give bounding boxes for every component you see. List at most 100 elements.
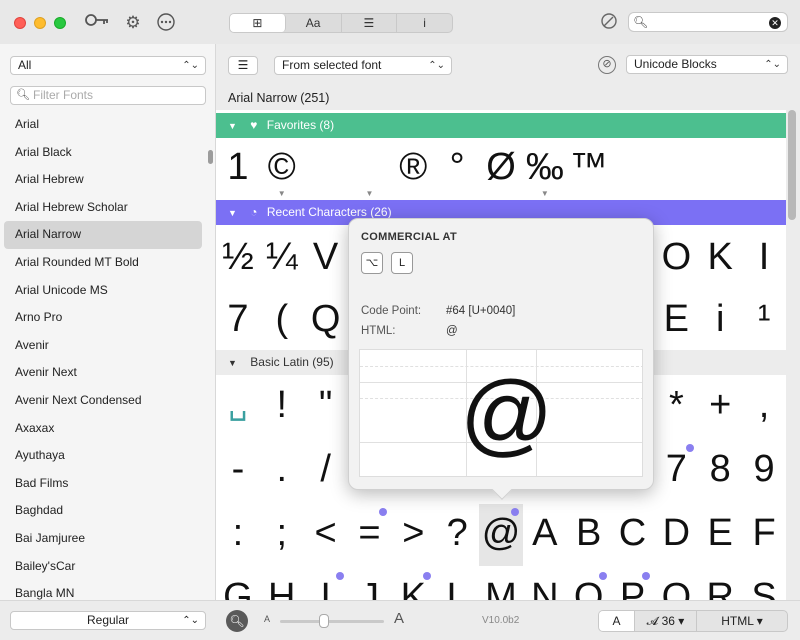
glyph-cell[interactable] bbox=[611, 138, 655, 200]
glyph-cell[interactable]: 7 bbox=[654, 440, 698, 502]
font-list-item[interactable]: Bai Jamjuree bbox=[0, 525, 206, 553]
glyph-cell[interactable]: R bbox=[698, 568, 742, 600]
font-list-item[interactable]: Arial Hebrew Scholar bbox=[0, 194, 206, 222]
glyph-cell[interactable]: ® bbox=[391, 138, 435, 200]
gear-icon[interactable]: ⚙ bbox=[122, 12, 144, 34]
glyph-cell[interactable]: ; bbox=[260, 504, 304, 566]
zoom-slider[interactable] bbox=[280, 614, 384, 628]
glyph-cell[interactable]: ° bbox=[435, 138, 479, 200]
glyph-cell[interactable] bbox=[654, 138, 698, 200]
font-preview-tab[interactable]: Aa bbox=[286, 14, 342, 32]
glyph-cell[interactable]: P bbox=[611, 568, 655, 600]
font-list-item[interactable]: Axaxax bbox=[0, 415, 206, 443]
glyph-cell[interactable]: O bbox=[567, 568, 611, 600]
zoom-slider-knob[interactable] bbox=[319, 614, 329, 628]
key-icon[interactable] bbox=[84, 12, 110, 34]
font-list-item[interactable]: Arial bbox=[0, 111, 206, 139]
glyph-cell[interactable]: ‰ ▼ bbox=[523, 138, 567, 200]
font-list-item[interactable]: Arial Black bbox=[0, 139, 206, 167]
glyph-cell[interactable]: 7 bbox=[216, 290, 260, 350]
glyph-cell[interactable]: B bbox=[567, 504, 611, 566]
list-toggle-button[interactable]: ☰ bbox=[228, 56, 258, 75]
glyph-cell[interactable]: + bbox=[698, 376, 742, 438]
glyph-cell[interactable]: ( bbox=[260, 290, 304, 350]
glyph-cell[interactable]: S bbox=[742, 568, 786, 600]
glyph-cell[interactable]: Q bbox=[654, 568, 698, 600]
glyph-cell[interactable]: V bbox=[304, 228, 348, 288]
glyph-cell[interactable]: > bbox=[391, 504, 435, 566]
glyph-cell[interactable]: O bbox=[654, 228, 698, 288]
glyph-cell[interactable]: ¹ bbox=[742, 290, 786, 350]
list-view-tab[interactable]: ☰ bbox=[342, 14, 398, 32]
blocks-popup[interactable]: Unicode Blocks ⌃⌄ bbox=[626, 55, 788, 74]
compass-icon[interactable] bbox=[598, 12, 620, 34]
link-icon[interactable]: ⊘ bbox=[598, 56, 616, 74]
glyph-cell[interactable]: ▼ bbox=[348, 138, 392, 200]
glyph-cell[interactable]: E bbox=[654, 290, 698, 350]
glyph-cell[interactable]: I bbox=[304, 568, 348, 600]
font-list-item[interactable]: Arno Pro bbox=[0, 304, 206, 332]
glyph-cell[interactable]: ! bbox=[260, 376, 304, 438]
glyph-cell[interactable]: = bbox=[348, 504, 392, 566]
sidebar-scrollbar[interactable] bbox=[208, 150, 213, 164]
more-options-icon[interactable] bbox=[155, 12, 177, 34]
glyph-cell[interactable]: Q bbox=[304, 290, 348, 350]
zoom-window-button[interactable] bbox=[54, 17, 66, 29]
glyph-cell[interactable]: 8 bbox=[698, 440, 742, 502]
glyph-cell[interactable]: D bbox=[654, 504, 698, 566]
mode-a-button[interactable]: A bbox=[599, 611, 635, 631]
glyph-cell[interactable]: ™ bbox=[567, 138, 611, 200]
style-popup[interactable]: Regular ⌃⌄ bbox=[10, 611, 206, 630]
font-list-item[interactable]: Bangla MN bbox=[0, 580, 206, 600]
font-list-item[interactable]: Avenir bbox=[0, 332, 206, 360]
glyph-cell[interactable]: J bbox=[348, 568, 392, 600]
font-list-item[interactable]: Ayuthaya bbox=[0, 442, 206, 470]
glyph-cell[interactable] bbox=[304, 138, 348, 200]
glyph-cell[interactable]: A bbox=[523, 504, 567, 566]
font-list-item[interactable]: Avenir Next bbox=[0, 359, 206, 387]
glyph-cell[interactable]: F bbox=[742, 504, 786, 566]
font-list-item[interactable]: Baghdad bbox=[0, 497, 206, 525]
glyph-cell[interactable]: i bbox=[698, 290, 742, 350]
font-list-item[interactable]: Arial Narrow bbox=[4, 221, 202, 249]
glyph-cell[interactable]: @ bbox=[479, 504, 523, 566]
glyph-cell[interactable]: L bbox=[435, 568, 479, 600]
glyph-cell[interactable]: Ø bbox=[479, 138, 523, 200]
grid-scrollbar[interactable] bbox=[788, 110, 796, 220]
glyph-cell[interactable]: , bbox=[742, 376, 786, 438]
glyph-cell[interactable]: 1 bbox=[216, 138, 260, 200]
size-popup[interactable]: 𝓐 36 ▾ bbox=[635, 611, 697, 631]
glyph-cell[interactable]: E bbox=[698, 504, 742, 566]
glyph-cell[interactable]: ? bbox=[435, 504, 479, 566]
glyph-cell[interactable]: - bbox=[216, 440, 260, 502]
font-list-item[interactable]: Arial Hebrew bbox=[0, 166, 206, 194]
glyph-cell[interactable]: G bbox=[216, 568, 260, 600]
close-window-button[interactable] bbox=[14, 17, 26, 29]
glyph-cell[interactable]: I bbox=[742, 228, 786, 288]
grid-view-tab[interactable]: ⊞ bbox=[230, 14, 286, 32]
collection-popup[interactable]: All ⌃⌄ bbox=[10, 56, 206, 75]
font-list-item[interactable]: Avenir Next Condensed bbox=[0, 387, 206, 415]
font-list-item[interactable]: Bailey'sCar bbox=[0, 553, 206, 581]
glyph-cell[interactable]: " bbox=[304, 376, 348, 438]
zoom-icon[interactable]: 🔍︎ bbox=[226, 610, 248, 632]
minimize-window-button[interactable] bbox=[34, 17, 46, 29]
glyph-cell[interactable]: / bbox=[304, 440, 348, 502]
filter-fonts-field[interactable]: 🔍︎ Filter Fonts bbox=[10, 86, 206, 105]
glyph-cell[interactable]: C bbox=[611, 504, 655, 566]
glyph-cell[interactable]: K bbox=[391, 568, 435, 600]
glyph-cell[interactable]: M bbox=[479, 568, 523, 600]
glyph-cell[interactable]: : bbox=[216, 504, 260, 566]
source-popup[interactable]: From selected font ⌃⌄ bbox=[274, 56, 452, 75]
glyph-cell[interactable]: 9 bbox=[742, 440, 786, 502]
font-list-item[interactable]: Bad Films bbox=[0, 470, 206, 498]
glyph-cell[interactable]: . bbox=[260, 440, 304, 502]
info-tab[interactable]: i bbox=[397, 14, 452, 32]
glyph-cell[interactable]: ½ bbox=[216, 228, 260, 288]
glyph-cell[interactable]: K bbox=[698, 228, 742, 288]
format-popup[interactable]: HTML ▾ bbox=[697, 611, 787, 631]
glyph-cell[interactable]: © ▼ bbox=[260, 138, 304, 200]
section-favorites[interactable]: ▼ ♥ Favorites (8) bbox=[216, 113, 786, 138]
glyph-cell[interactable]: < bbox=[304, 504, 348, 566]
glyph-cell[interactable]: * bbox=[654, 376, 698, 438]
